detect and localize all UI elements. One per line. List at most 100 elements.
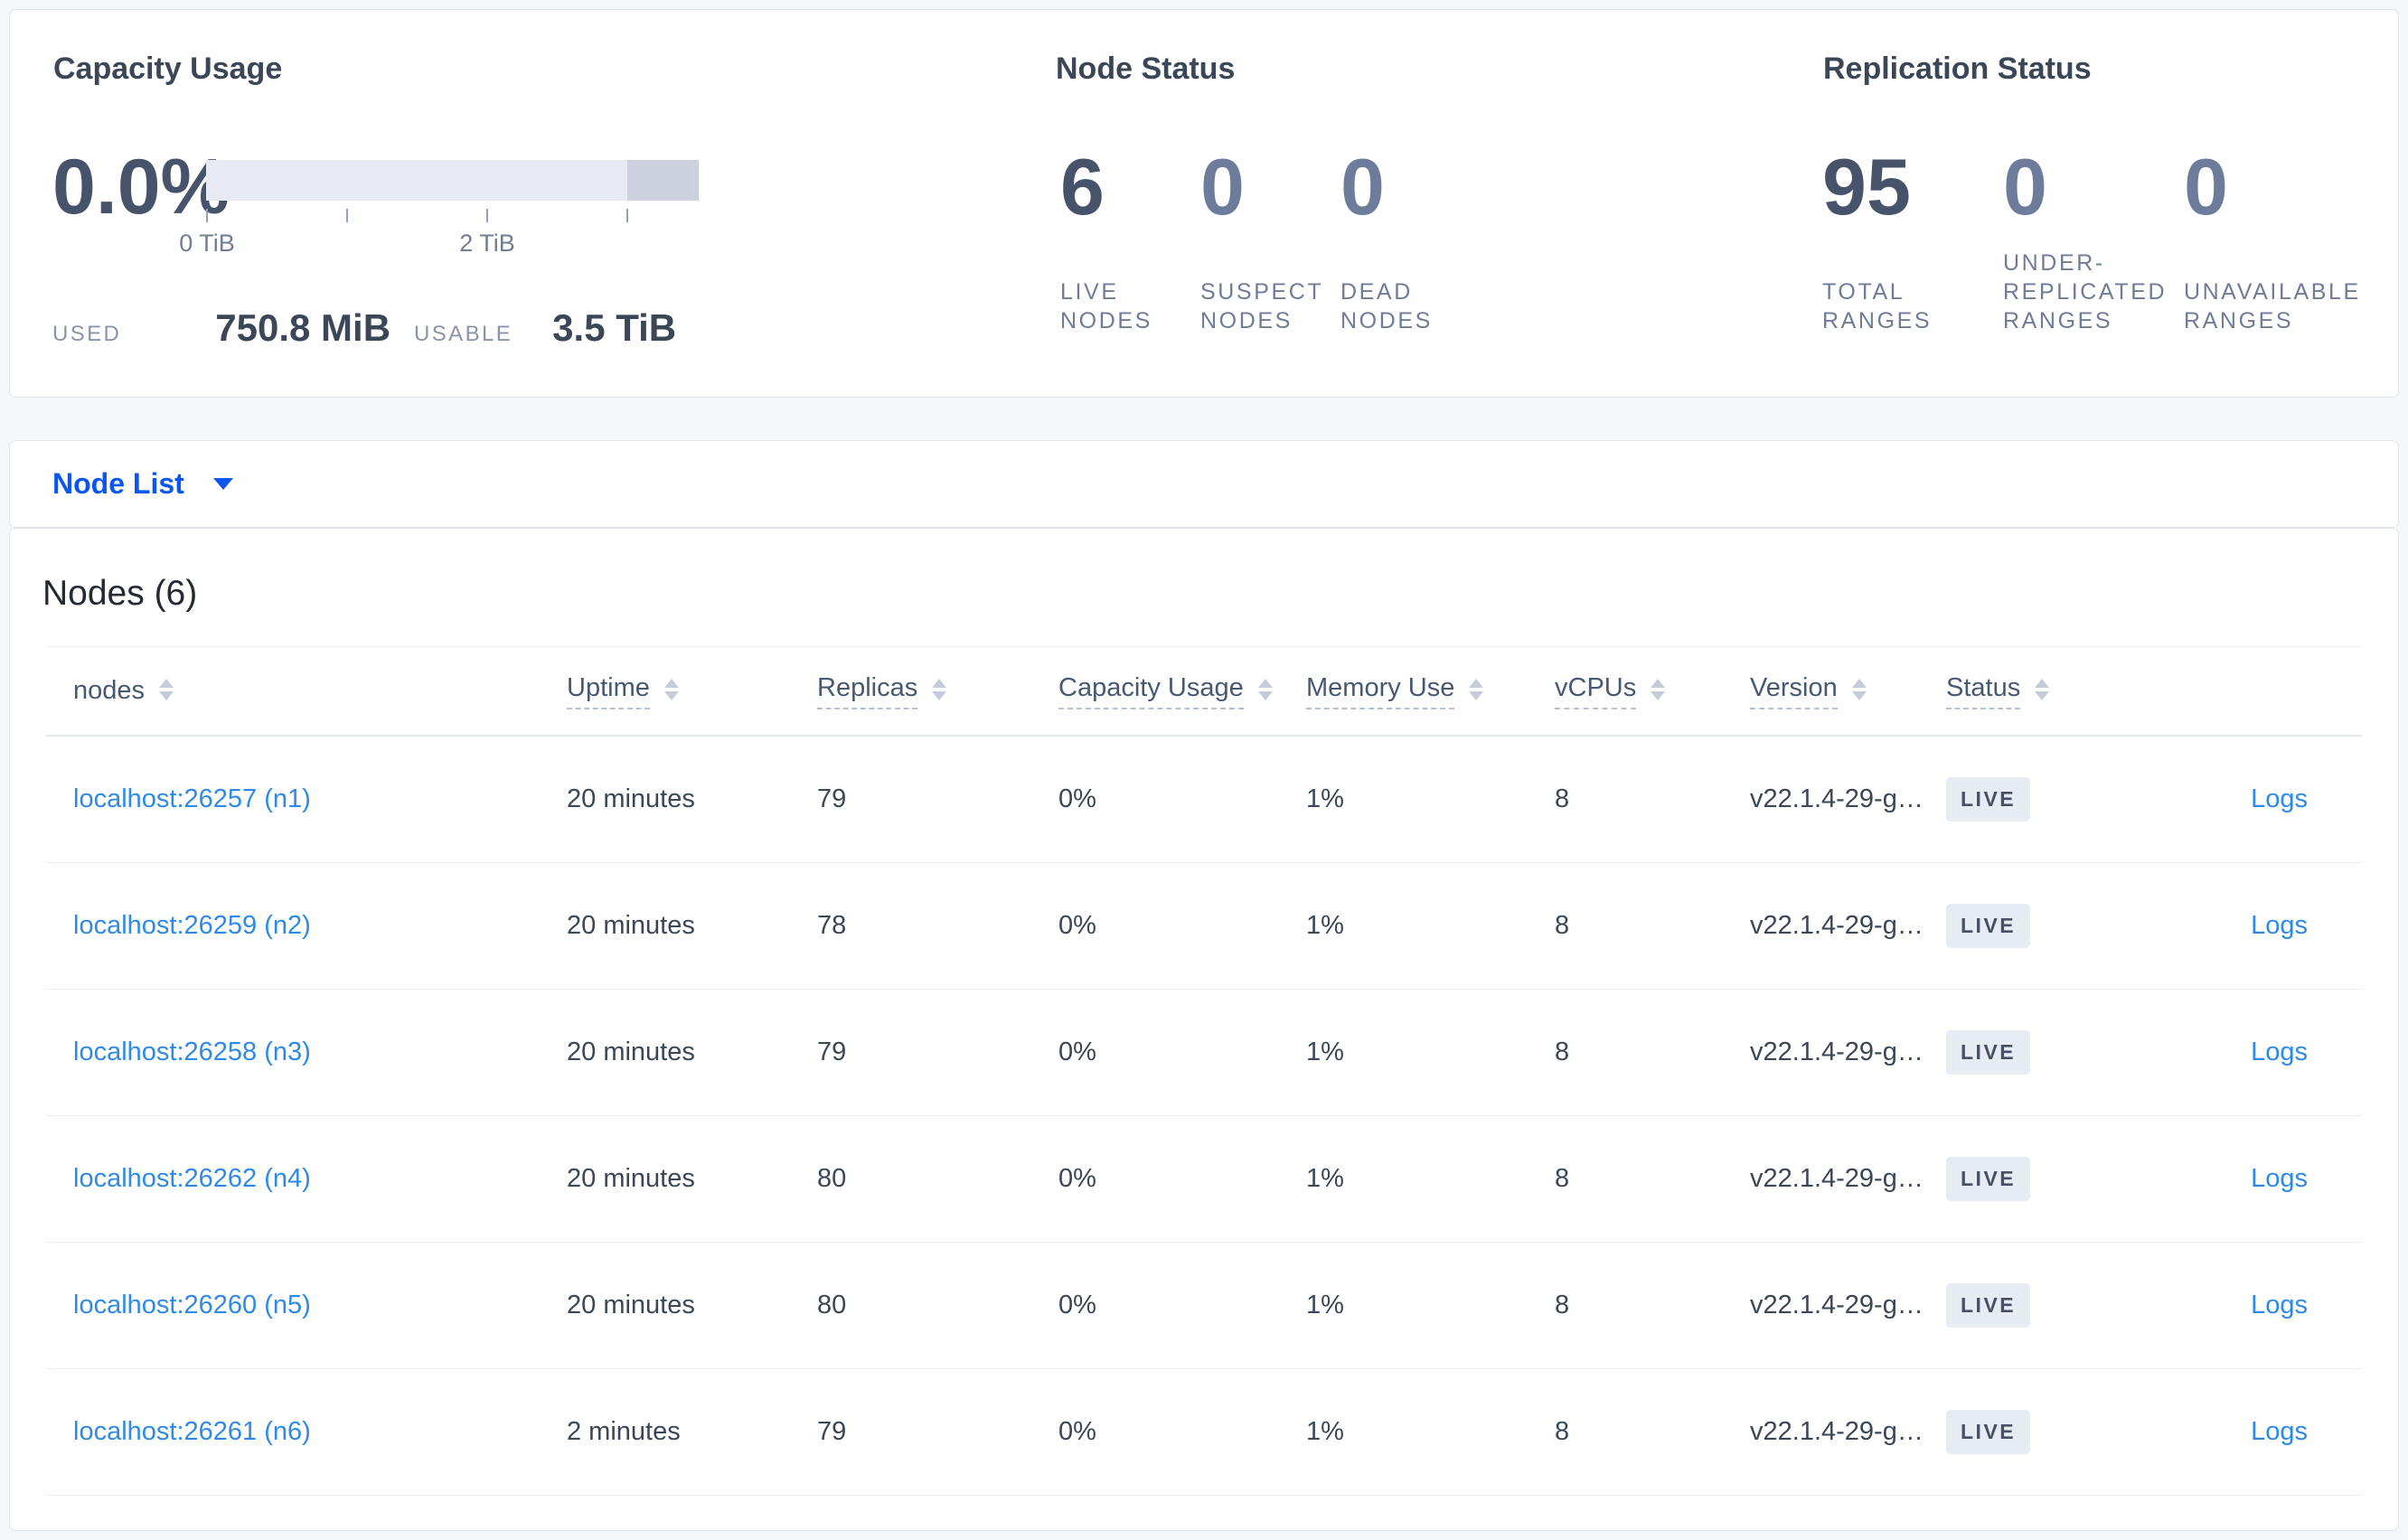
- capacity-usage-percent: 0.0%: [52, 144, 230, 230]
- nodes-table-header-row: nodes Uptime Replicas Capacity Usage Mem…: [46, 646, 2362, 737]
- version-cell: v22.1.4-29-g…: [1750, 911, 1924, 940]
- axis-tick: [206, 209, 208, 222]
- node-address-link[interactable]: localhost:26258 (n3): [73, 1038, 311, 1066]
- node-address-link[interactable]: localhost:26257 (n1): [73, 784, 311, 813]
- live-nodes-count: 6: [1060, 142, 1105, 231]
- node-address-link[interactable]: localhost:26262 (n4): [73, 1164, 311, 1193]
- vcpus-cell: 8: [1555, 1164, 1570, 1193]
- memory-use-cell: 1%: [1306, 1164, 1344, 1193]
- used-label: USED: [52, 322, 122, 346]
- memory-use-cell: 1%: [1306, 784, 1344, 813]
- replicas-cell: 78: [817, 911, 847, 940]
- logs-link[interactable]: Logs: [2251, 1291, 2308, 1320]
- sort-icon: [2035, 678, 2050, 700]
- nodes-table-body: localhost:26257 (n1) 20 minutes 79 0% 1%…: [46, 737, 2362, 1496]
- capacity-usage-cell: 0%: [1058, 1417, 1096, 1446]
- replication-status-title: Replication Status: [1823, 52, 2092, 86]
- capacity-usage-cell: 0%: [1058, 1291, 1096, 1319]
- replicas-cell: 79: [817, 1417, 847, 1446]
- capacity-usage-cell: 0%: [1058, 1038, 1096, 1066]
- replicas-cell: 80: [817, 1164, 847, 1193]
- vcpus-cell: 8: [1555, 1038, 1570, 1066]
- nodes-table: nodes Uptime Replicas Capacity Usage Mem…: [46, 646, 2362, 1496]
- logs-link[interactable]: Logs: [2251, 1038, 2308, 1067]
- column-header-capacity-usage[interactable]: Capacity Usage: [1058, 673, 1306, 709]
- node-address-link[interactable]: localhost:26259 (n2): [73, 911, 311, 940]
- uptime-cell: 20 minutes: [567, 784, 695, 813]
- chevron-down-icon: [212, 478, 233, 490]
- view-selector-bar: Node List: [9, 440, 2399, 528]
- sort-icon: [159, 678, 174, 700]
- logs-link[interactable]: Logs: [2251, 1417, 2308, 1447]
- axis-tick: [486, 209, 488, 222]
- suspect-nodes-count: 0: [1200, 142, 1245, 231]
- dead-nodes-label: DEAD NODES: [1340, 279, 1433, 333]
- unavailable-ranges-count: 0: [2184, 142, 2228, 231]
- capacity-bar-axis: 0 TiB 2 TiB: [179, 201, 699, 257]
- usable-value: 3.5 TiB: [552, 306, 677, 349]
- status-badge: LIVE: [1946, 1157, 2031, 1201]
- node-address-link[interactable]: localhost:26260 (n5): [73, 1291, 311, 1319]
- node-list-dropdown[interactable]: Node List: [52, 467, 233, 501]
- under-replicated-ranges-label: UNDER-REPLICATED RANGES: [2003, 250, 2168, 333]
- node-address-link[interactable]: localhost:26261 (n6): [73, 1417, 311, 1446]
- table-row: localhost:26258 (n3) 20 minutes 79 0% 1%…: [46, 990, 2362, 1116]
- uptime-cell: 20 minutes: [567, 1164, 695, 1193]
- table-row: localhost:26259 (n2) 20 minutes 78 0% 1%…: [46, 863, 2362, 990]
- replicas-cell: 80: [817, 1291, 847, 1319]
- vcpus-cell: 8: [1555, 1417, 1570, 1446]
- capacity-bar: [206, 160, 699, 201]
- vcpus-cell: 8: [1555, 911, 1570, 940]
- status-badge: LIVE: [1946, 1410, 2031, 1454]
- column-header-memory-use[interactable]: Memory Use: [1306, 673, 1555, 709]
- status-badge: LIVE: [1946, 904, 2031, 948]
- version-cell: v22.1.4-29-g…: [1750, 1164, 1924, 1193]
- total-ranges-label: TOTAL RANGES: [1822, 279, 1933, 333]
- axis-tick: [626, 209, 628, 222]
- live-nodes-label: LIVE NODES: [1060, 279, 1152, 333]
- suspect-nodes-label: SUSPECT NODES: [1200, 279, 1323, 333]
- column-header-version[interactable]: Version: [1750, 673, 1946, 709]
- dead-nodes-count: 0: [1340, 142, 1385, 231]
- sort-icon: [1257, 678, 1273, 700]
- sort-icon: [932, 678, 947, 700]
- sort-icon: [663, 678, 679, 700]
- axis-tick-label-0: 0 TiB: [179, 230, 235, 257]
- usable-label: USABLE: [414, 322, 513, 346]
- capacity-used-usable-row: USED 750.8 MiB USABLE 3.5 TiB: [52, 306, 676, 350]
- column-header-replicas[interactable]: Replicas: [817, 673, 1058, 709]
- logs-link[interactable]: Logs: [2251, 784, 2308, 814]
- replicas-cell: 79: [817, 784, 847, 813]
- capacity-usage-title: Capacity Usage: [53, 52, 283, 86]
- uptime-cell: 20 minutes: [567, 911, 695, 940]
- cluster-summary-card: Capacity Usage 0.0% 0 TiB 2 TiB USED 750…: [9, 9, 2399, 398]
- column-header-nodes[interactable]: nodes: [73, 676, 567, 706]
- logs-link[interactable]: Logs: [2251, 911, 2308, 941]
- total-ranges-count: 95: [1822, 142, 1911, 231]
- status-badge: LIVE: [1946, 1030, 2031, 1075]
- column-header-vcpus[interactable]: vCPUs: [1555, 673, 1750, 709]
- capacity-bar-reserved-segment: [627, 160, 699, 201]
- used-value: 750.8 MiB: [215, 306, 391, 349]
- version-cell: v22.1.4-29-g…: [1750, 1417, 1924, 1446]
- column-header-status[interactable]: Status: [1946, 673, 2170, 709]
- column-header-uptime[interactable]: Uptime: [567, 673, 817, 709]
- nodes-section-heading: Nodes (6): [42, 574, 198, 613]
- capacity-usage-cell: 0%: [1058, 911, 1096, 940]
- table-row: localhost:26262 (n4) 20 minutes 80 0% 1%…: [46, 1116, 2362, 1243]
- logs-link[interactable]: Logs: [2251, 1164, 2308, 1194]
- uptime-cell: 20 minutes: [567, 1291, 695, 1319]
- status-badge: LIVE: [1946, 777, 2031, 822]
- capacity-usage-bar-chart: 0 TiB 2 TiB: [179, 160, 699, 257]
- replicas-cell: 79: [817, 1038, 847, 1066]
- table-row: localhost:26260 (n5) 20 minutes 80 0% 1%…: [46, 1243, 2362, 1369]
- table-row: localhost:26261 (n6) 2 minutes 79 0% 1% …: [46, 1369, 2362, 1496]
- sort-icon: [1851, 678, 1867, 700]
- uptime-cell: 2 minutes: [567, 1417, 681, 1446]
- memory-use-cell: 1%: [1306, 1038, 1344, 1066]
- unavailable-ranges-label: UNAVAILABLE RANGES: [2184, 279, 2361, 333]
- memory-use-cell: 1%: [1306, 1291, 1344, 1319]
- table-row: localhost:26257 (n1) 20 minutes 79 0% 1%…: [46, 737, 2362, 863]
- axis-tick-label-2: 2 TiB: [459, 230, 515, 257]
- memory-use-cell: 1%: [1306, 911, 1344, 940]
